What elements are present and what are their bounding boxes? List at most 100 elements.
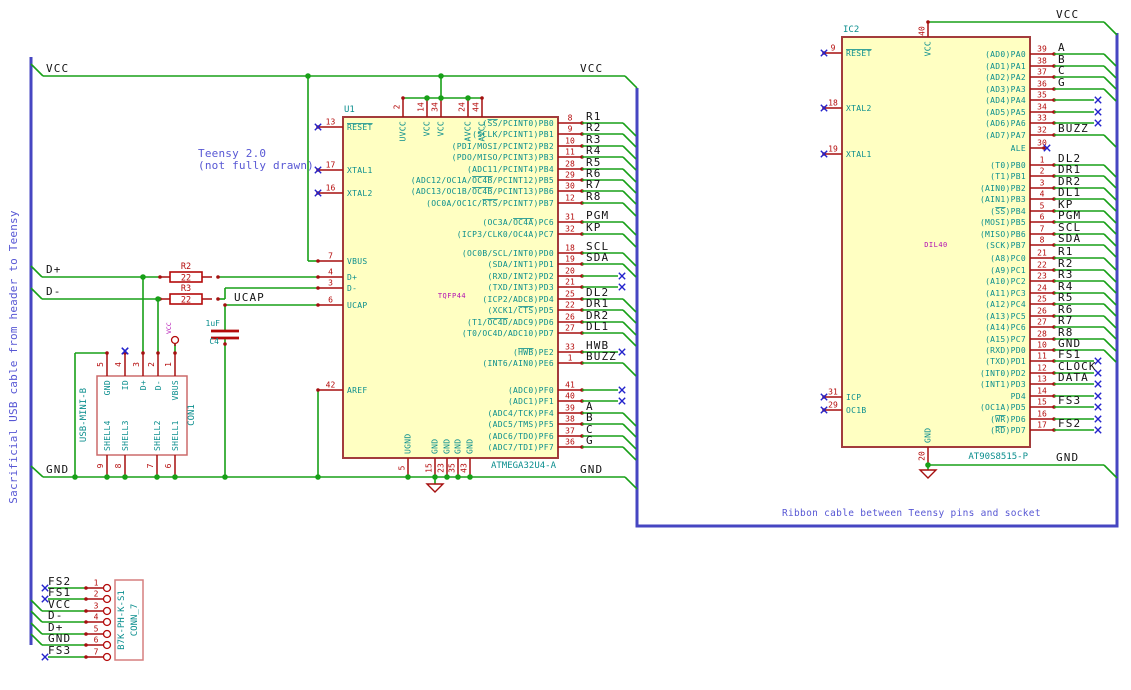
pin-number: 15 <box>425 463 434 473</box>
wire <box>30 465 44 478</box>
net-label-D+[interactable]: D+ <box>46 263 61 276</box>
pin-number: 22 <box>1037 261 1047 270</box>
pin-name: GND <box>454 439 463 454</box>
net-label-R8[interactable]: R8 <box>586 190 601 203</box>
bus-entry <box>1103 349 1117 363</box>
net-label-DATA[interactable]: DATA <box>1058 371 1089 384</box>
bus-entry <box>622 321 637 336</box>
net-label-BUZZ[interactable]: BUZZ <box>1058 122 1089 135</box>
pin-name: (PDI/MOSI/PCINT2)PB2 <box>452 142 554 151</box>
wire <box>1103 21 1118 36</box>
pin-number: 19 <box>828 145 838 154</box>
pin-number: 26 <box>565 313 575 322</box>
component-CON1[interactable]: CON1 USB-MINI-B 5 GND 4 ID 3 D+ 2 D- 1 VBUS 9 SHELL4 8… <box>79 347 197 477</box>
pin-number: 18 <box>828 99 838 108</box>
net-label-GND[interactable]: GND <box>580 463 603 476</box>
pin-name: D+ <box>139 380 148 390</box>
pin-end-dot <box>316 388 320 392</box>
net-label-VCC[interactable]: VCC <box>580 62 603 75</box>
bus-entry <box>622 133 637 148</box>
bus-entry <box>1103 280 1117 294</box>
wire <box>30 610 43 623</box>
pin-number: 40 <box>918 26 927 36</box>
pin-number: 31 <box>565 213 575 222</box>
bus-entry <box>1103 315 1117 329</box>
net-label-FS2[interactable]: FS2 <box>1058 417 1081 430</box>
net-label-SDA[interactable]: SDA <box>1058 232 1081 245</box>
schematic-svg: Teensy 2.0(not fully drawn)Ribbon cable … <box>7 8 1119 662</box>
net-label-DL1[interactable]: DL1 <box>586 320 609 333</box>
schematic-canvas[interactable]: Teensy 2.0 (not fully drawn) Ribbon cable … <box>0 0 1131 690</box>
pin-end-dot <box>84 609 88 613</box>
pin-number: 4 <box>1040 190 1045 199</box>
pin-number: 36 <box>1037 80 1047 89</box>
pin-number: 22 <box>565 301 575 310</box>
reference-designator: CON1 <box>187 404 197 426</box>
bus-entry <box>622 362 637 377</box>
net-label-SDA[interactable]: SDA <box>586 251 609 264</box>
pin-number: 24 <box>1037 284 1047 293</box>
pin-number: 34 <box>1037 103 1047 112</box>
pin-end-dot <box>84 643 88 647</box>
pin-number: 31 <box>828 388 838 397</box>
pin-number: 41 <box>565 381 575 390</box>
pin-number: 11 <box>565 148 575 157</box>
bus-entry <box>1103 210 1117 224</box>
component-R3[interactable]: R322 <box>160 284 212 306</box>
pin-name: (A8)PC0 <box>990 254 1026 263</box>
net-label-BUZZ[interactable]: BUZZ <box>586 350 617 363</box>
pin-number: 1 <box>1040 156 1045 165</box>
pin-number: 28 <box>565 160 575 169</box>
pin-number: 6 <box>328 296 333 305</box>
component-IC2[interactable]: IC2AT90S8515-PDIL409RESET18XTAL219XTAL13… <box>820 20 1117 465</box>
wire <box>30 622 43 635</box>
note-text: (not fully drawn) <box>198 159 314 172</box>
component-value: AT90S8515-P <box>968 452 1028 462</box>
pin-name: (A13)PC5 <box>985 312 1026 321</box>
wire <box>30 633 43 646</box>
net-label-GND[interactable]: GND <box>1056 451 1079 464</box>
net-label-UCAP[interactable]: UCAP <box>234 291 265 304</box>
pin-circle <box>102 594 112 604</box>
bus-entry <box>622 309 637 324</box>
pin-end-dot <box>316 286 320 290</box>
net-label-VCC[interactable]: VCC <box>1056 8 1079 21</box>
net-label-VCC[interactable]: VCC <box>46 62 69 75</box>
pin-number: 16 <box>326 184 336 193</box>
pin-name: VBUS <box>347 257 367 266</box>
pin-end-dot <box>480 96 484 100</box>
pin-number: 12 <box>565 194 575 203</box>
pin-name: VCC <box>437 121 446 136</box>
net-label-FS3[interactable]: FS3 <box>1058 394 1081 407</box>
net-label-KP[interactable]: KP <box>586 221 601 234</box>
pin-name: (HWB)PE2 <box>513 348 554 357</box>
net-label-G[interactable]: G <box>586 434 594 447</box>
pin-name: (RXD/INT2)PD2 <box>487 272 554 281</box>
component-C4[interactable]: 1uF C4 <box>206 319 239 346</box>
pin-number: 29 <box>565 171 575 180</box>
footprint-label: DIL40 <box>924 241 948 249</box>
pin-number: 3 <box>328 279 333 288</box>
pin-name: (A15)PC7 <box>985 335 1026 344</box>
pin-name: AVCC <box>464 121 473 141</box>
pin-name: (A12)PC4 <box>985 300 1026 309</box>
net-label-GND[interactable]: GND <box>46 463 69 476</box>
pin-number: 37 <box>565 427 575 436</box>
component-R2[interactable]: R222 <box>160 262 212 284</box>
component-U1[interactable]: U1ATMEGA32U4-ATQFP4413RESET17XTAL116XTAL… <box>314 96 637 477</box>
net-label-G[interactable]: G <box>1058 76 1066 89</box>
pin-number: 43 <box>460 463 469 473</box>
component-value: 22 <box>181 296 191 306</box>
pin-circle <box>102 640 112 650</box>
pin-name: VCC <box>423 121 432 136</box>
pin-number: 40 <box>565 392 575 401</box>
net-label-D-[interactable]: D- <box>46 285 61 298</box>
net-label-FS3[interactable]: FS3 <box>48 644 71 657</box>
pin-name: (AD4)PA4 <box>985 96 1026 105</box>
pin-number: 35 <box>448 463 457 473</box>
pin-name: (AD6)PA6 <box>985 119 1026 128</box>
component-CONN_7[interactable]: CONN_7B7K-PH-K-S1 1 2 3 4 5 6 7 <box>86 579 144 662</box>
pin-number: 26 <box>1037 307 1047 316</box>
junction-dot <box>140 274 146 280</box>
pin-number: 4 <box>94 613 99 622</box>
